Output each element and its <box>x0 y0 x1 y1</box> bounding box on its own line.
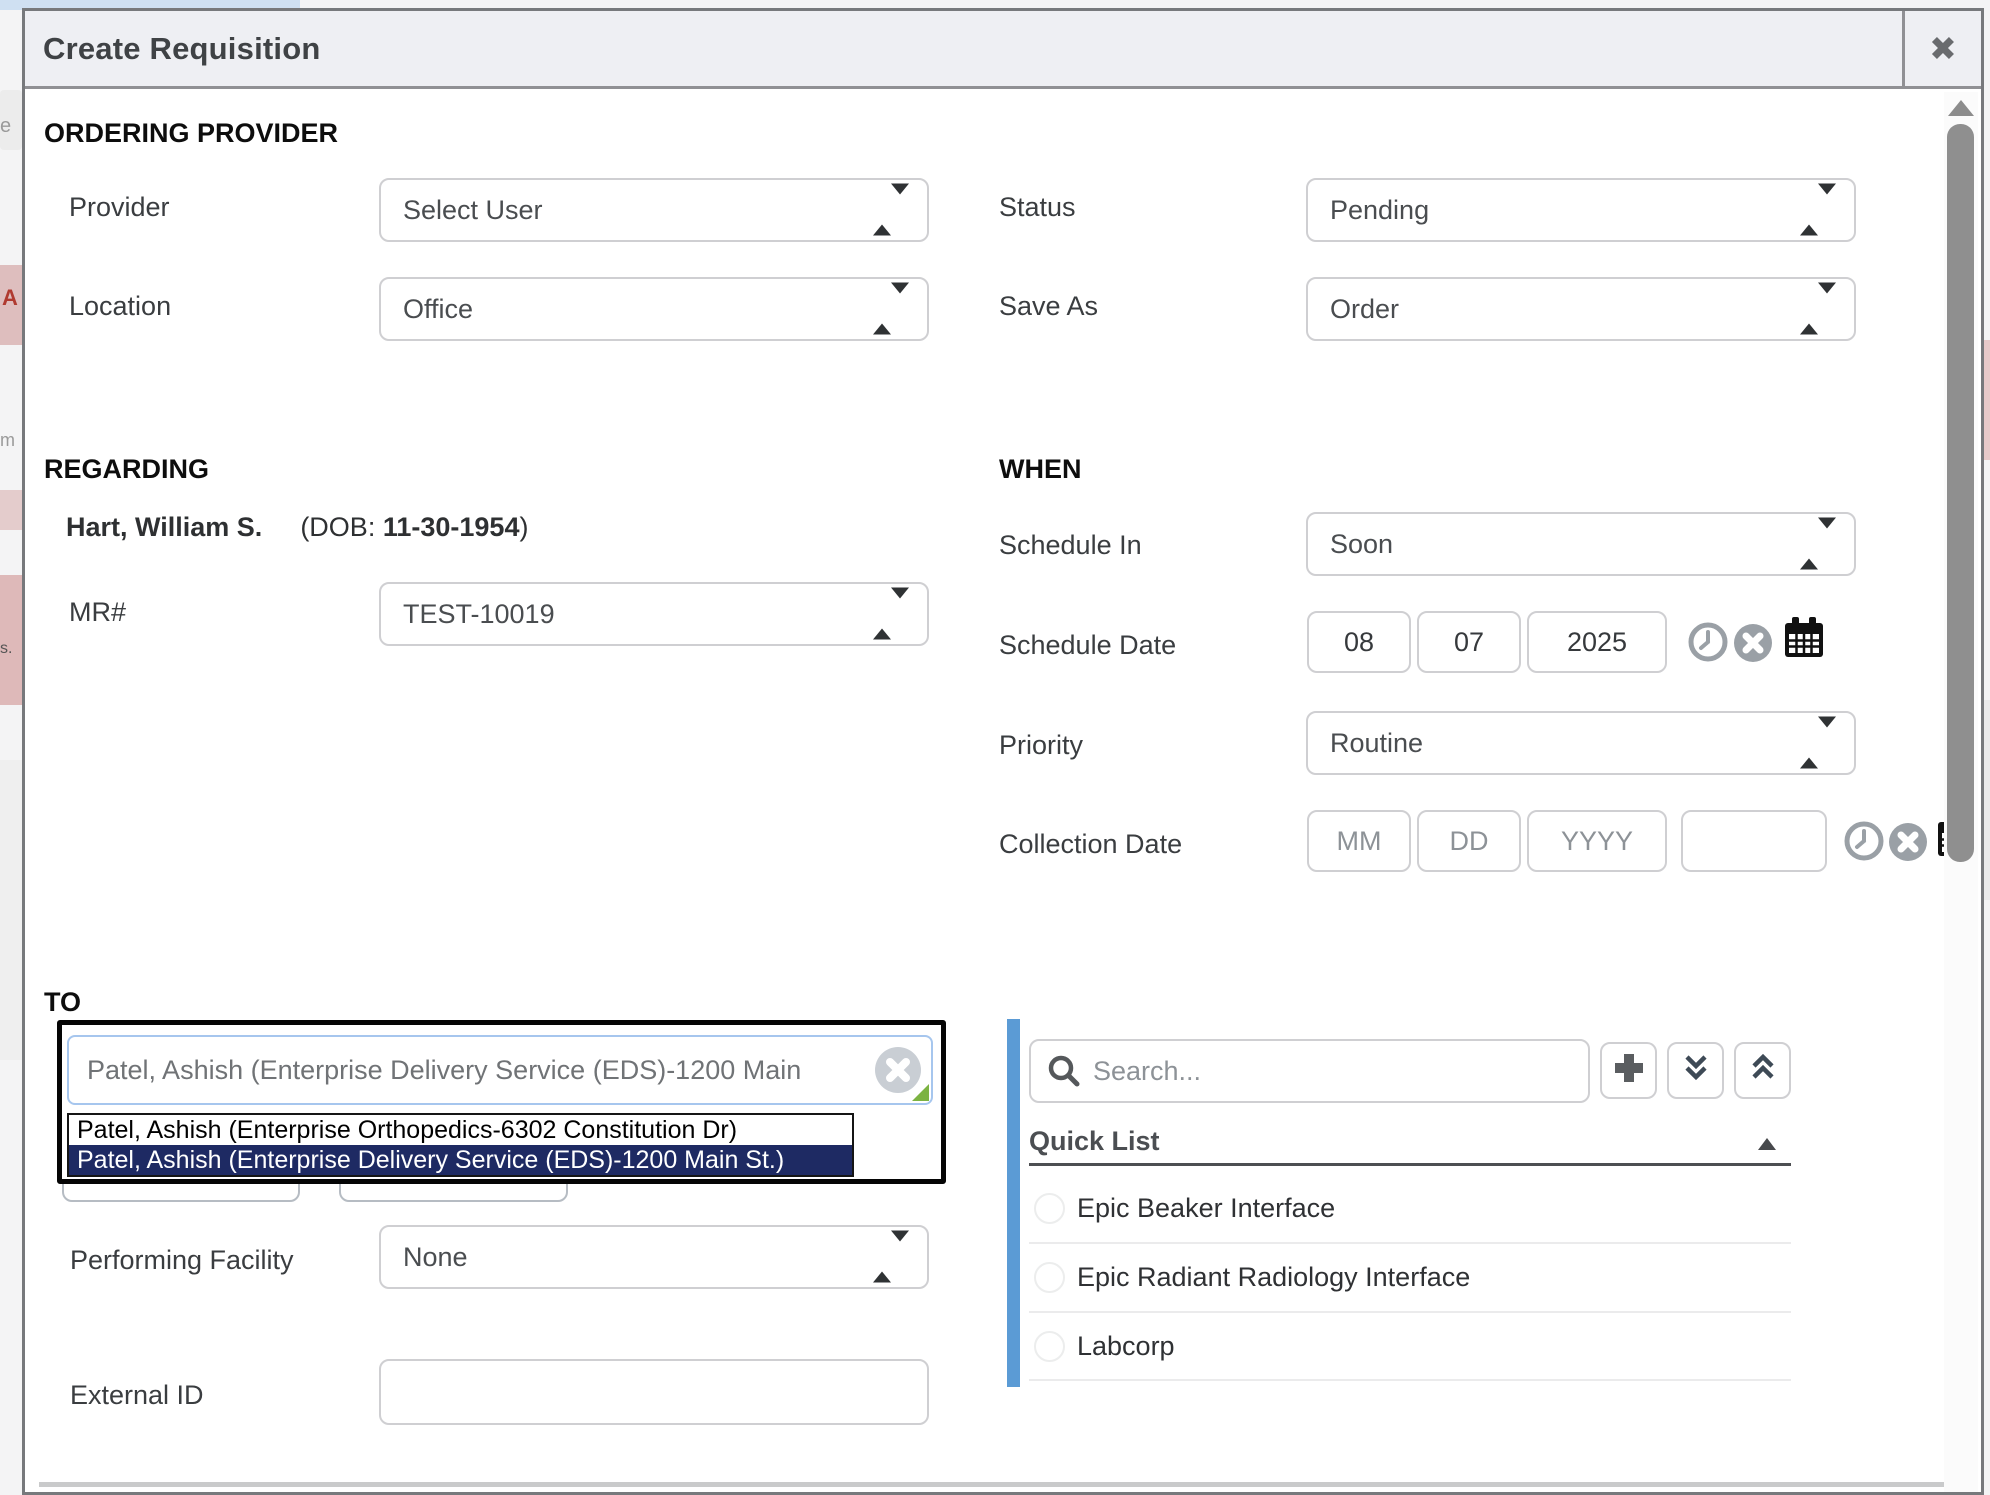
external-id-label: External ID <box>70 1380 204 1411</box>
save-as-select[interactable]: Order <box>1306 277 1856 341</box>
chevron-updown-icon <box>1800 529 1836 560</box>
scrollbar-thumb[interactable] <box>1947 124 1974 862</box>
quick-list-item[interactable]: Epic Radiant Radiology Interface <box>1034 1257 1791 1297</box>
provider-select[interactable]: Select User <box>379 178 929 242</box>
dialog-body: ORDERING PROVIDER Provider Select User S… <box>28 92 1978 1492</box>
recipient-input-wrap <box>67 1035 933 1105</box>
close-button[interactable]: ✖ <box>1902 11 1981 86</box>
chevron-updown-icon <box>873 294 909 325</box>
schedule-date-clear-icon[interactable] <box>1734 624 1772 667</box>
priority-label: Priority <box>999 730 1083 761</box>
quick-list-item-label: Epic Beaker Interface <box>1077 1193 1335 1224</box>
priority-select-value: Routine <box>1330 728 1423 759</box>
collection-time-clock-icon[interactable] <box>1843 820 1885 867</box>
schedule-in-select[interactable]: Soon <box>1306 512 1856 576</box>
row-divider <box>1029 1311 1791 1313</box>
double-chevron-down-icon <box>1679 1051 1713 1090</box>
footer-divider <box>39 1482 1944 1487</box>
add-button[interactable] <box>1600 1042 1657 1099</box>
search-icon <box>1045 1052 1083 1095</box>
quick-list-item[interactable]: Epic Beaker Interface <box>1034 1188 1791 1228</box>
chevron-updown-icon <box>1800 195 1836 226</box>
collapse-all-button[interactable] <box>1734 1042 1791 1099</box>
row-divider <box>1029 1379 1791 1381</box>
mr-label: MR# <box>69 597 126 628</box>
location-select-value: Office <box>403 294 473 325</box>
chevron-updown-icon <box>873 195 909 226</box>
location-label: Location <box>69 291 171 322</box>
patient-name: Hart, William S. <box>66 512 262 542</box>
chevron-updown-icon <box>1800 294 1836 325</box>
dob-label: (DOB: <box>300 512 375 542</box>
status-select[interactable]: Pending <box>1306 178 1856 242</box>
collection-time-input[interactable] <box>1681 810 1827 872</box>
save-as-select-value: Order <box>1330 294 1399 325</box>
recipient-input[interactable] <box>67 1035 933 1105</box>
schedule-day-input[interactable] <box>1417 611 1521 673</box>
directory-search <box>1029 1039 1590 1103</box>
performing-facility-select[interactable]: None <box>379 1225 929 1289</box>
mr-select[interactable]: TEST-10019 <box>379 582 929 646</box>
create-requisition-dialog: Create Requisition ✖ ORDERING PROVIDER P… <box>22 8 1984 1495</box>
ordering-provider-heading: ORDERING PROVIDER <box>44 118 338 149</box>
panel-accent-bar <box>1007 1019 1020 1387</box>
resize-grip-icon[interactable] <box>912 1084 929 1101</box>
recipient-focus-box: Patel, Ashish (Enterprise Orthopedics-63… <box>57 1020 946 1184</box>
scroll-up-arrow-icon[interactable] <box>1948 100 1974 116</box>
quick-list-item[interactable]: Labcorp <box>1034 1326 1791 1366</box>
status-select-value: Pending <box>1330 195 1429 226</box>
dob-value: 11-30-1954 <box>383 512 520 542</box>
collection-date-clear-icon[interactable] <box>1889 823 1927 866</box>
row-divider <box>1029 1242 1791 1244</box>
dob-close: ) <box>519 512 528 542</box>
search-input[interactable] <box>1029 1039 1590 1103</box>
collection-date-label: Collection Date <box>999 829 1182 860</box>
performing-facility-label: Performing Facility <box>70 1237 320 1283</box>
chevron-updown-icon <box>1800 728 1836 759</box>
radio-circle-icon <box>1034 1331 1065 1362</box>
schedule-time-clock-icon[interactable] <box>1687 621 1729 668</box>
patient-line: Hart, William S. (DOB: 11-30-1954) <box>66 512 528 543</box>
collapse-section-icon[interactable] <box>1758 1138 1776 1150</box>
quick-list-heading: Quick List <box>1029 1126 1160 1157</box>
provider-select-value: Select User <box>403 195 543 226</box>
close-icon: ✖ <box>1929 29 1957 68</box>
double-chevron-up-icon <box>1746 1051 1780 1090</box>
save-as-label: Save As <box>999 291 1098 322</box>
performing-facility-select-value: None <box>403 1242 468 1273</box>
location-select[interactable]: Office <box>379 277 929 341</box>
mr-select-value: TEST-10019 <box>403 599 555 630</box>
schedule-year-input[interactable] <box>1527 611 1667 673</box>
suggestion-item[interactable]: Patel, Ashish (Enterprise Orthopedics-63… <box>69 1115 852 1145</box>
schedule-month-input[interactable] <box>1307 611 1411 673</box>
priority-select[interactable]: Routine <box>1306 711 1856 775</box>
status-label: Status <box>999 192 1076 223</box>
quick-list-item-label: Epic Radiant Radiology Interface <box>1077 1262 1470 1293</box>
dialog-title: Create Requisition <box>43 31 320 67</box>
expand-all-button[interactable] <box>1667 1042 1724 1099</box>
collection-year-input[interactable] <box>1527 810 1667 872</box>
chevron-updown-icon <box>873 599 909 630</box>
radio-circle-icon <box>1034 1193 1065 1224</box>
plus-icon <box>1610 1049 1648 1092</box>
quick-list-underline <box>1029 1163 1791 1166</box>
collection-month-input[interactable] <box>1307 810 1411 872</box>
schedule-date-label: Schedule Date <box>999 630 1176 661</box>
suggestion-item-selected[interactable]: Patel, Ashish (Enterprise Delivery Servi… <box>69 1145 852 1175</box>
external-id-input[interactable] <box>379 1359 929 1425</box>
vertical-scrollbar[interactable] <box>1944 92 1978 1492</box>
dialog-header: Create Requisition ✖ <box>25 11 1981 89</box>
schedule-date-calendar-icon[interactable] <box>1781 615 1827 666</box>
schedule-in-select-value: Soon <box>1330 529 1393 560</box>
quick-list-item-label: Labcorp <box>1077 1331 1175 1362</box>
schedule-in-label: Schedule In <box>999 530 1142 561</box>
provider-label: Provider <box>69 192 170 223</box>
chevron-updown-icon <box>873 1242 909 1273</box>
when-heading: WHEN <box>999 454 1082 485</box>
to-heading: TO <box>44 987 81 1018</box>
radio-circle-icon <box>1034 1262 1065 1293</box>
collection-day-input[interactable] <box>1417 810 1521 872</box>
regarding-heading: REGARDING <box>44 454 209 485</box>
recipient-suggestions: Patel, Ashish (Enterprise Orthopedics-63… <box>67 1113 854 1177</box>
